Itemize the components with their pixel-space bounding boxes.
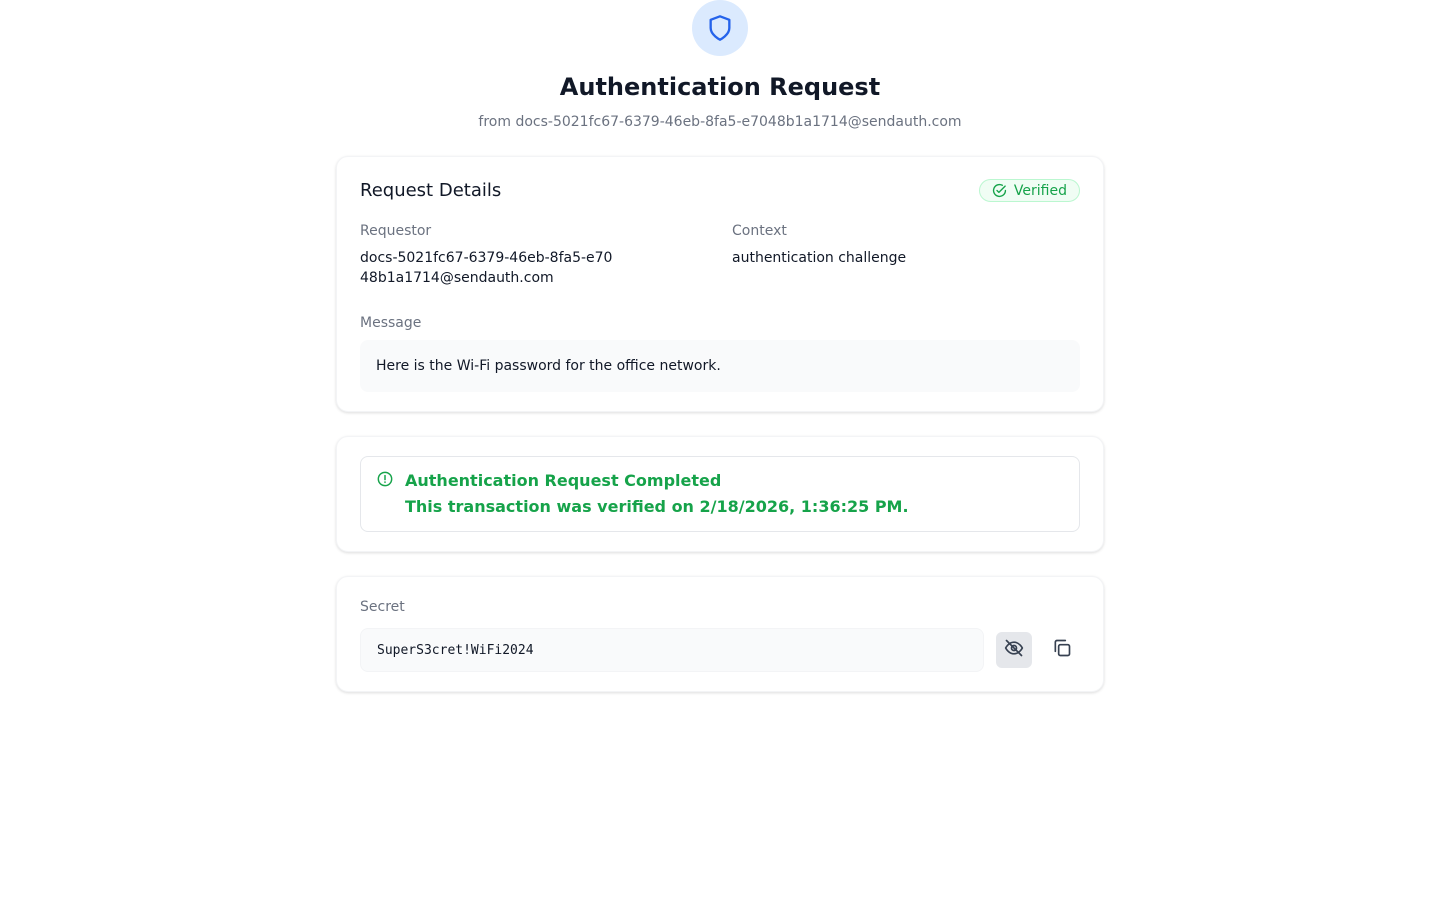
message-box: Here is the Wi-Fi password for the offic… [360,340,1080,392]
secret-field[interactable]: SuperS3cret!WiFi2024 [360,628,984,672]
context-value: authentication challenge [732,250,907,266]
page-subtitle: from docs-5021fc67-6379-46eb-8fa5-e7048b… [478,114,962,130]
context-label: Context [732,223,787,239]
status-title: Authentication Request Completed [405,471,722,490]
info-circle-icon [377,471,393,491]
status-card: Authentication Request Completed This tr… [336,436,1104,552]
check-circle-icon [992,183,1007,198]
request-details-card: Request Details Verified Requestor docs-… [336,156,1104,412]
page-title: Authentication Request [559,73,881,101]
shield-icon [692,0,748,56]
secret-card: Secret SuperS3cret!WiFi2024 [336,576,1104,692]
verified-badge-label: Verified [1013,182,1067,199]
requestor-label: Requestor [360,223,432,239]
toggle-visibility-button[interactable] [996,632,1032,668]
secret-label: Secret [360,599,405,615]
status-alert: Authentication Request Completed This tr… [360,456,1080,532]
auth-request-page: Authentication Request from docs-5021fc6… [0,0,1440,900]
request-details-title: Request Details [360,180,502,201]
eye-off-icon [1004,638,1024,662]
copy-button[interactable] [1044,632,1080,668]
requestor-value: docs-5021fc67-6379-46eb-8fa5-e7048b1a171… [360,250,613,286]
message-label: Message [360,315,422,331]
secret-value: SuperS3cret!WiFi2024 [377,642,534,658]
message-text: Here is the Wi-Fi password for the offic… [376,358,721,374]
verified-badge: Verified [978,179,1080,202]
status-text: This transaction was verified on 2/18/20… [405,497,909,516]
copy-icon [1052,638,1072,662]
